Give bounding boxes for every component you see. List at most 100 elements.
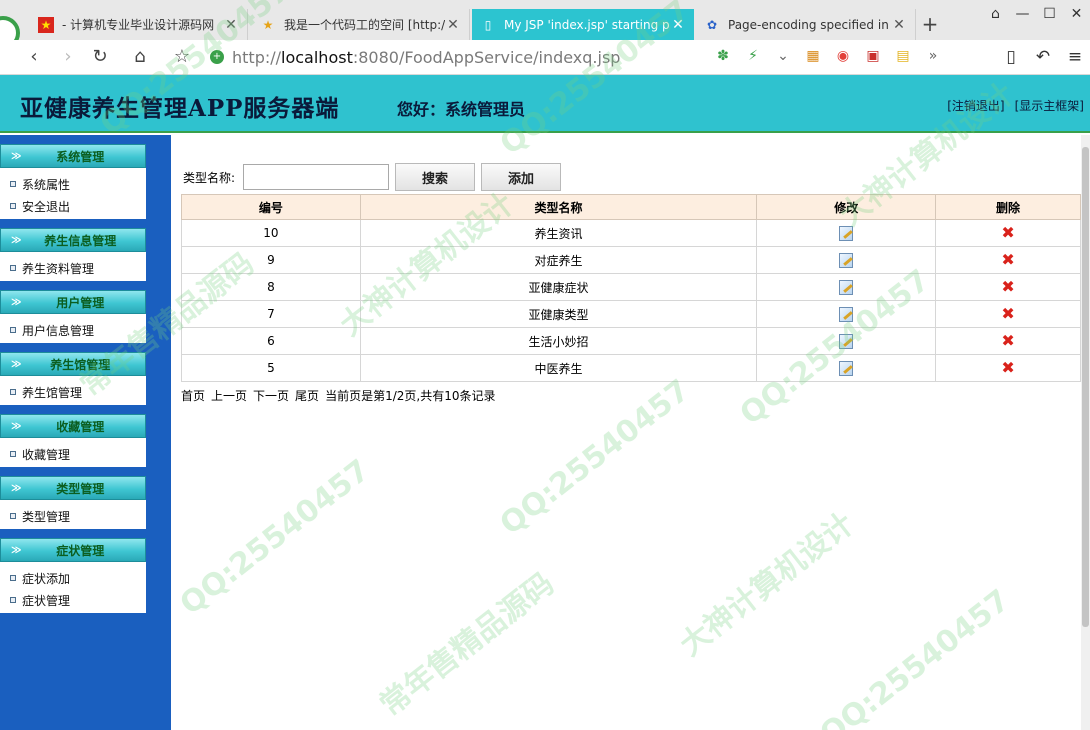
bullet-icon — [10, 265, 16, 271]
prev-page-link[interactable]: 上一页 — [211, 387, 247, 404]
show-main-frame-link[interactable]: [显示主框架] — [1015, 97, 1084, 114]
delete-icon[interactable]: ✖ — [1001, 277, 1014, 296]
menu-head-label: 系统管理 — [56, 149, 105, 164]
delete-icon[interactable]: ✖ — [1001, 250, 1014, 269]
tab-title: - 计算机专业毕业设计源码网 — [62, 18, 215, 32]
column-header-edit: 修改 — [756, 194, 937, 220]
chevron-double-icon: ≫ — [11, 544, 22, 556]
more-icon[interactable]: » — [922, 48, 944, 64]
grid-ext-icon[interactable]: ▦ — [802, 48, 824, 64]
chevron-double-icon: ≫ — [11, 482, 22, 494]
new-tab-button[interactable]: + — [920, 12, 940, 36]
close-icon[interactable]: ✕ — [670, 17, 686, 33]
search-label: 类型名称: — [183, 170, 236, 185]
sidebar-item-label: 用户信息管理 — [22, 323, 95, 338]
sidebar-item-favorites[interactable]: 收藏管理 — [0, 443, 146, 465]
menu-head-favorites[interactable]: ≫ 收藏管理 — [0, 414, 146, 438]
pdf-ext-icon[interactable]: ▣ — [862, 48, 884, 64]
logout-link[interactable]: [注销退出] — [947, 97, 1004, 114]
sidebar-item-label: 收藏管理 — [22, 447, 71, 462]
sidebar-item-user-info[interactable]: 用户信息管理 — [0, 319, 146, 341]
menu-head-label: 养生馆管理 — [50, 357, 111, 372]
phone-icon[interactable]: ▯ — [1000, 47, 1022, 67]
delete-icon[interactable]: ✖ — [1001, 304, 1014, 323]
edit-icon[interactable] — [839, 252, 854, 268]
row-id: 8 — [181, 273, 361, 301]
add-button[interactable]: 添加 — [481, 163, 562, 191]
menu-icon[interactable]: ≡ — [1064, 47, 1086, 67]
close-icon[interactable]: ✕ — [891, 17, 907, 33]
delete-icon[interactable]: ✖ — [1001, 358, 1014, 377]
browser-tab-1[interactable]: ★ - 计算机专业毕业设计源码网 ✕ — [30, 9, 248, 40]
page-status: 当前页是第1/2页,共有10条记录 — [325, 389, 496, 403]
edit-icon[interactable] — [839, 279, 854, 295]
search-button[interactable]: 搜索 — [395, 163, 476, 191]
menu-head-system[interactable]: ≫ 系统管理 — [0, 144, 146, 168]
sidebar-item-safe-exit[interactable]: 安全退出 — [0, 195, 146, 217]
menu-head-health-hall[interactable]: ≫ 养生馆管理 — [0, 352, 146, 376]
coin-ext-icon[interactable]: ◉ — [832, 48, 854, 64]
delete-icon[interactable]: ✖ — [1001, 331, 1014, 350]
bookmark-star-icon[interactable]: ☆ — [170, 46, 194, 68]
edit-icon[interactable] — [839, 333, 854, 349]
sidebar-item-symptom-add[interactable]: 症状添加 — [0, 567, 146, 589]
row-name: 养生资讯 — [359, 219, 758, 247]
delete-icon[interactable]: ✖ — [1001, 223, 1014, 242]
type-name-input[interactable] — [243, 164, 390, 190]
sidebar-item-health-hall[interactable]: 养生馆管理 — [0, 381, 146, 403]
menu-body: 养生资料管理 — [0, 252, 146, 281]
column-header-delete: 删除 — [935, 194, 1081, 220]
menu-head-users[interactable]: ≫ 用户管理 — [0, 290, 146, 314]
scrollbar-thumb[interactable] — [1082, 147, 1089, 627]
sidebar-item-system-properties[interactable]: 系统属性 — [0, 173, 146, 195]
forward-icon[interactable]: › — [56, 46, 80, 68]
main-scrollbar[interactable] — [1081, 135, 1090, 730]
row-id: 5 — [181, 354, 361, 382]
note-ext-icon[interactable]: ▤ — [892, 48, 914, 64]
reload-icon[interactable]: ↻ — [88, 46, 112, 68]
lightning-icon[interactable]: ⚡ — [742, 48, 764, 64]
table-row: 6 生活小妙招 ✖ — [181, 327, 1081, 355]
greeting: 您好：系统管理员 — [397, 100, 526, 119]
close-icon[interactable]: ✕ — [445, 17, 461, 33]
next-page-link[interactable]: 下一页 — [253, 387, 289, 404]
maximize-icon[interactable]: ☐ — [1036, 6, 1063, 22]
delete-cell: ✖ — [935, 219, 1081, 247]
menu-head-health-info[interactable]: ≫ 养生信息管理 — [0, 228, 146, 252]
row-name: 中医养生 — [359, 354, 758, 382]
browser-tools: ▯ ↶ ≡ — [1000, 47, 1086, 67]
close-window-icon[interactable]: ✕ — [1063, 6, 1090, 22]
home-icon[interactable]: ⌂ — [128, 46, 152, 68]
edit-icon[interactable] — [839, 360, 854, 376]
browser-tab-4[interactable]: ✿ Page-encoding specified in ✕ — [696, 9, 916, 40]
address-bar[interactable]: + http:// localhost :8080/FoodAppService… — [210, 45, 710, 69]
chevron-down-icon[interactable]: ⌄ — [772, 48, 794, 64]
bullet-icon — [10, 451, 16, 457]
back-icon[interactable]: ‹ — [22, 46, 46, 68]
menu-head-types[interactable]: ≫ 类型管理 — [0, 476, 146, 500]
browser-tab-2[interactable]: ★ 我是一个代码工的空间 [http:/ ✕ — [252, 9, 470, 40]
browser-tab-3[interactable]: ▯ My JSP 'index.jsp' starting p ✕ — [472, 9, 694, 40]
flag-icon: ★ — [38, 16, 54, 33]
edit-icon[interactable] — [839, 306, 854, 322]
minimize-icon[interactable]: — — [1009, 6, 1036, 22]
sidebar-item-health-data[interactable]: 养生资料管理 — [0, 257, 146, 279]
refresh-ext-icon[interactable]: ✽ — [712, 48, 734, 64]
star-icon: ★ — [262, 17, 274, 32]
app-header: 亚健康养生管理APP服务器端 您好：系统管理员 [注销退出] [显示主框架] — [0, 75, 1090, 133]
tab-title: My JSP 'index.jsp' starting p — [504, 17, 670, 32]
pagination: 首页 上一页 下一页 尾页 当前页是第1/2页,共有10条记录 — [181, 387, 495, 404]
table-row: 5 中医养生 ✖ — [181, 354, 1081, 382]
first-page-link[interactable]: 首页 — [181, 387, 205, 404]
edit-icon[interactable] — [839, 225, 854, 241]
row-id: 7 — [181, 300, 361, 328]
undo-icon[interactable]: ↶ — [1032, 47, 1054, 67]
url-host: localhost — [281, 47, 353, 67]
sidebar-item-types[interactable]: 类型管理 — [0, 505, 146, 527]
menu-head-symptoms[interactable]: ≫ 症状管理 — [0, 538, 146, 562]
sidebar-item-symptom-manage[interactable]: 症状管理 — [0, 589, 146, 611]
shirt-icon[interactable]: ⌂ — [982, 6, 1009, 22]
close-icon[interactable]: ✕ — [223, 17, 239, 33]
last-page-link[interactable]: 尾页 — [295, 387, 319, 404]
url-rest: :8080/FoodAppService/indexq.jsp — [352, 47, 621, 67]
